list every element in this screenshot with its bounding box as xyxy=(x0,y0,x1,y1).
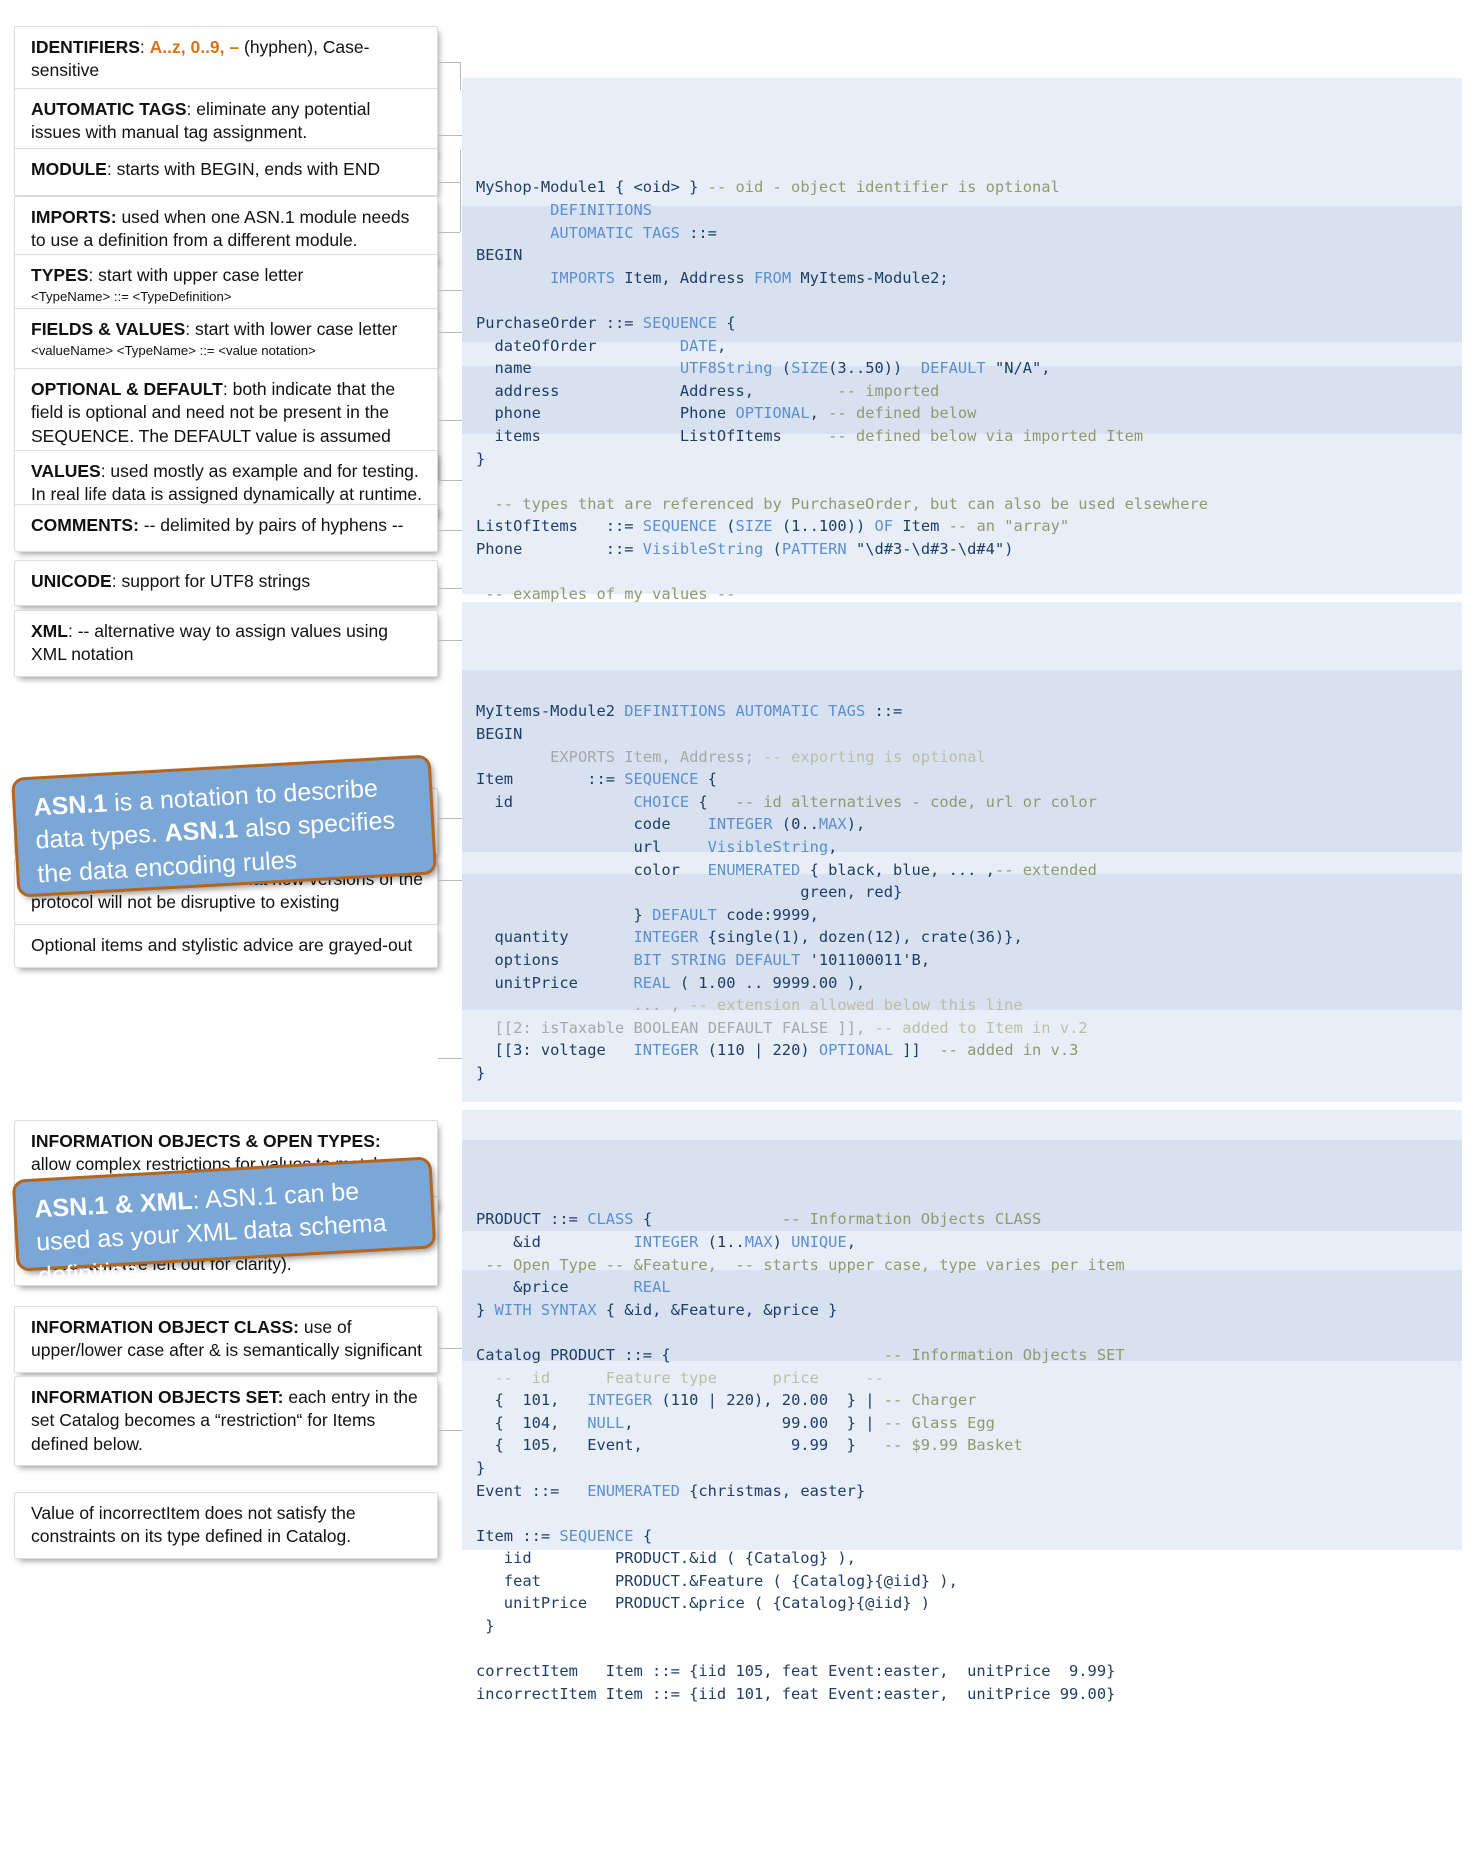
note-title: VALUES xyxy=(31,461,101,481)
note-title: XML xyxy=(31,621,68,641)
note-subtext: <TypeName> ::= <TypeDefinition> xyxy=(31,289,232,305)
note-card-info-objects-set: INFORMATION OBJECTS SET: each entry in t… xyxy=(14,1376,438,1466)
note-card-imports: IMPORTS: used when one ASN.1 module need… xyxy=(14,196,438,263)
note-body: -- alternative way to assign values usin… xyxy=(31,621,388,665)
note-card-identifiers: IDENTIFIERS: A..z, 0..9, – (hyphen), Cas… xyxy=(14,26,438,93)
note-card-xml: XML: -- alternative way to assign values… xyxy=(14,610,438,677)
note-title: IMPORTS: xyxy=(31,207,117,227)
note-body: start with upper case letter xyxy=(98,265,304,285)
panel-myitems-module2: MyItems-Module2 DEFINITIONS AUTOMATIC TA… xyxy=(462,602,1462,1263)
note-separator: : xyxy=(185,319,196,339)
note-title: INFORMATION OBJECT CLASS: xyxy=(31,1317,300,1337)
note-separator: : xyxy=(139,37,150,57)
note-card-grayed-out: Optional items and stylistic advice are … xyxy=(14,924,438,968)
leader-line xyxy=(460,172,461,232)
note-body: -- delimited by pairs of hyphens -- xyxy=(143,515,404,535)
note-title: IDENTIFIERS xyxy=(31,37,140,57)
panel-code-text: PRODUCT ::= CLASS { -- Information Objec… xyxy=(476,1210,1125,1703)
note-body: start with lower case letter xyxy=(195,319,398,339)
leader-line xyxy=(438,232,460,233)
note-title: MODULE xyxy=(31,159,107,179)
leader-line xyxy=(460,62,461,90)
note-card-types: TYPES: start with upper case letter <Type… xyxy=(14,254,438,316)
callout-bold-1: ASN.1 & XML xyxy=(33,1186,194,1224)
note-separator: : xyxy=(222,379,233,399)
callout-bold-2: ASN.1 xyxy=(163,815,239,848)
note-title: COMMENTS: xyxy=(31,515,139,535)
note-body: starts with BEGIN, ends with END xyxy=(116,159,381,179)
note-separator: : xyxy=(67,621,78,641)
note-separator: : xyxy=(100,461,111,481)
note-body: Value of incorrectItem does not satisfy … xyxy=(31,1503,356,1547)
leader-line xyxy=(438,62,460,63)
note-separator: : xyxy=(186,99,197,119)
note-separator: : xyxy=(88,265,99,285)
note-card-incorrect-item: Value of incorrectItem does not satisfy … xyxy=(14,1492,438,1559)
note-title: INFORMATION OBJECTS SET: xyxy=(31,1387,284,1407)
panel-myshop-module1: MyShop-Module1 { <oid> } -- oid - object… xyxy=(462,78,1462,761)
note-body: Optional items and stylistic advice are … xyxy=(31,935,413,955)
note-title: UNICODE xyxy=(31,571,112,591)
note-body: support for UTF8 strings xyxy=(121,571,311,591)
note-card-automatic-tags: AUTOMATIC TAGS: eliminate any potential … xyxy=(14,88,438,155)
note-card-fields-values: FIELDS & VALUES: start with lower case l… xyxy=(14,308,438,370)
callout-bold-1: ASN.1 xyxy=(32,789,108,822)
note-title: FIELDS & VALUES xyxy=(31,319,186,339)
callout-asn1-notation: ASN.1 is a notation to describe data typ… xyxy=(10,754,438,898)
note-separator: : xyxy=(106,159,117,179)
note-title: OPTIONAL & DEFAULT xyxy=(31,379,223,399)
note-card-info-object-class: INFORMATION OBJECT CLASS: use of upper/l… xyxy=(14,1306,438,1373)
note-title: TYPES xyxy=(31,265,89,285)
note-title: INFORMATION OBJECTS & OPEN TYPES: xyxy=(31,1131,381,1151)
note-subtext: <valueName> <TypeName> ::= <value notati… xyxy=(31,343,316,359)
note-separator: : xyxy=(111,571,122,591)
leader-line xyxy=(438,182,460,183)
note-title: AUTOMATIC TAGS xyxy=(31,99,187,119)
note-card-module: MODULE: starts with BEGIN, ends with END xyxy=(14,148,438,196)
note-card-unicode: UNICODE: support for UTF8 strings xyxy=(14,560,438,606)
note-accent-text: A..z, 0..9, – xyxy=(149,37,244,57)
panel-product-class: PRODUCT ::= CLASS { -- Information Objec… xyxy=(462,1110,1462,1703)
note-card-comments: COMMENTS: -- delimited by pairs of hyphe… xyxy=(14,504,438,552)
